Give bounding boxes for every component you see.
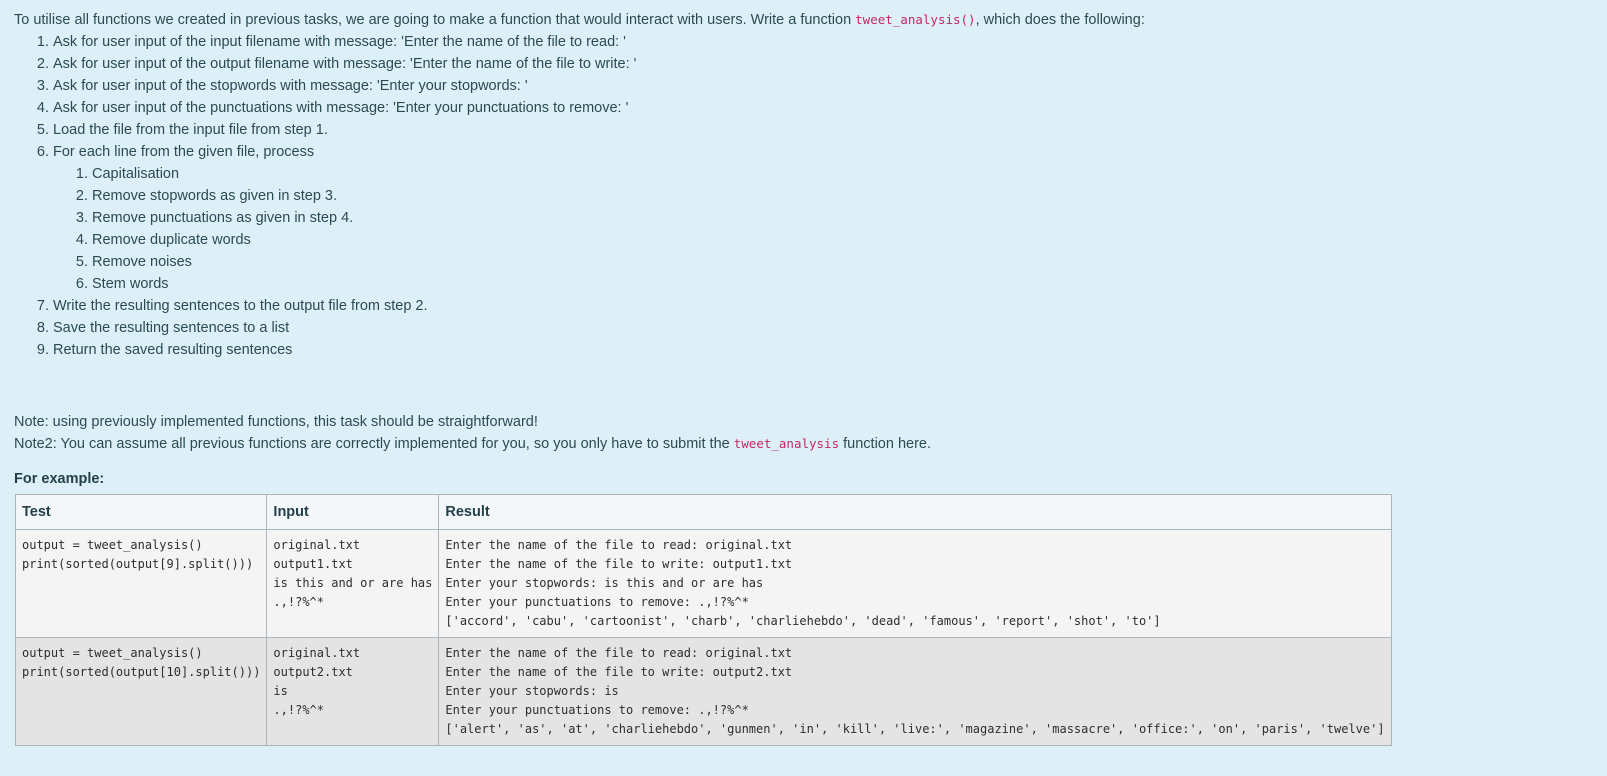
substep-item: Remove punctuations as given in step 4.	[92, 207, 1574, 229]
step-item: Ask for user input of the output filenam…	[53, 53, 1574, 75]
question-content: To utilise all functions we created in p…	[14, 9, 1574, 746]
step-item: Ask for user input of the input filename…	[53, 31, 1574, 53]
cell-test: output = tweet_analysis() print(sorted(o…	[14, 637, 268, 746]
intro-text-end: , which does the following:	[975, 12, 1145, 28]
note-2: Note2: You can assume all previous funct…	[14, 433, 931, 455]
example-heading: For example:	[14, 471, 105, 487]
step-item: For each line from the given file, proce…	[53, 141, 1574, 295]
intro-text: To utilise all functions we created in p…	[14, 12, 856, 28]
table-row: output = tweet_analysis() print(sorted(o…	[14, 529, 1392, 638]
table-header-row: Test Input Result	[14, 494, 1392, 530]
note-1: Note: using previously implemented funct…	[14, 414, 538, 430]
intro-paragraph: To utilise all functions we created in p…	[14, 9, 1574, 31]
function-name-code: tweet_analysis()	[855, 12, 976, 27]
cell-result: Enter the name of the file to read: orig…	[438, 529, 1392, 638]
note-2-text: Note2: You can assume all previous funct…	[14, 436, 734, 452]
step-text: For each line from the given file, proce…	[53, 144, 315, 160]
header-result: Result	[438, 494, 1392, 530]
examples-table: Test Input Result output = tweet_analysi…	[14, 494, 1392, 746]
cell-input: original.txt output2.txt is .,!?%^*	[266, 637, 440, 746]
step-item: Write the resulting sentences to the out…	[53, 295, 1574, 317]
steps-list: Ask for user input of the input filename…	[14, 31, 1574, 361]
substep-item: Remove duplicate words	[92, 229, 1574, 251]
substep-item: Remove stopwords as given in step 3.	[92, 185, 1574, 207]
cell-test: output = tweet_analysis() print(sorted(o…	[14, 529, 268, 638]
cell-input: original.txt output1.txt is this and or …	[266, 529, 440, 638]
note-2-code: tweet_analysis	[733, 436, 840, 451]
step-item: Save the resulting sentences to a list	[53, 317, 1574, 339]
substep-item: Remove noises	[92, 251, 1574, 273]
notes-section: Note: using previously implemented funct…	[14, 411, 931, 455]
substep-item: Capitalisation	[92, 163, 1574, 185]
header-test: Test	[14, 494, 268, 530]
step-item: Ask for user input of the punctuations w…	[53, 97, 1574, 119]
table-row: output = tweet_analysis() print(sorted(o…	[14, 637, 1392, 746]
step-item: Return the saved resulting sentences	[53, 339, 1574, 361]
step-item: Ask for user input of the stopwords with…	[53, 75, 1574, 97]
header-input: Input	[266, 494, 440, 530]
cell-result: Enter the name of the file to read: orig…	[438, 637, 1392, 746]
substeps-list: Capitalisation Remove stopwords as given…	[53, 163, 1574, 295]
substep-item: Stem words	[92, 273, 1574, 295]
step-item: Load the file from the input file from s…	[53, 119, 1574, 141]
note-2-text-end: function here.	[839, 436, 932, 452]
